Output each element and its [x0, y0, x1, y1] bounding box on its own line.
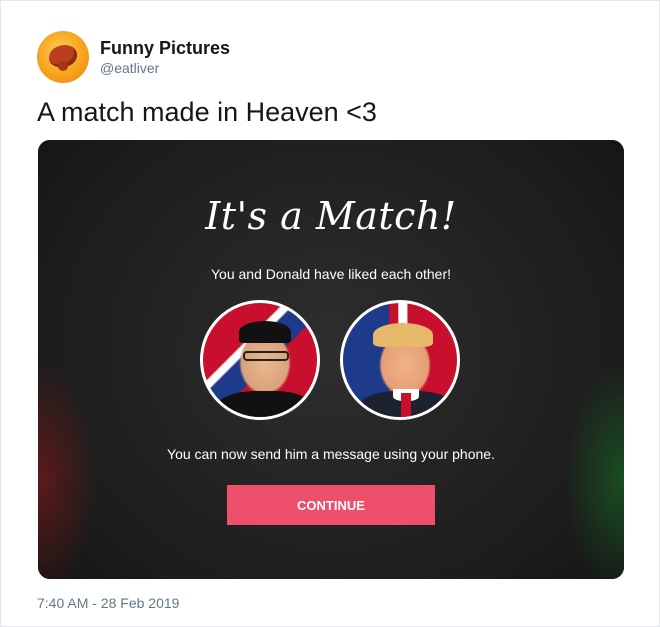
profile-photo-right [340, 300, 460, 420]
tweet-timestamp[interactable]: 7:40 AM - 28 Feb 2019 [37, 595, 179, 611]
suit-shape [217, 391, 313, 417]
glasses-shape [243, 351, 289, 361]
send-message-text: You can now send him a message using you… [167, 446, 495, 462]
tweet-header: Funny Pictures @eatliver [37, 31, 230, 83]
hair-shape [239, 321, 291, 343]
liver-lobe-shape [58, 61, 68, 71]
continue-button[interactable]: CONTINUE [227, 485, 435, 525]
tweet-media-image[interactable]: It's a Match! You and Donald have liked … [38, 140, 624, 579]
profile-photo-left [200, 300, 320, 420]
tweet-text: A match made in Heaven <3 [37, 97, 377, 127]
author-handle[interactable]: @eatliver [100, 59, 230, 77]
match-title: It's a Match! [205, 194, 457, 238]
hair-shape [373, 323, 433, 347]
liked-each-other-text: You and Donald have liked each other! [211, 266, 451, 282]
author-display-name[interactable]: Funny Pictures [100, 37, 230, 59]
tie-shape [401, 393, 411, 417]
tweet-card: Funny Pictures @eatliver A match made in… [0, 0, 660, 627]
avatar[interactable] [37, 31, 89, 83]
author-names: Funny Pictures @eatliver [100, 37, 230, 77]
